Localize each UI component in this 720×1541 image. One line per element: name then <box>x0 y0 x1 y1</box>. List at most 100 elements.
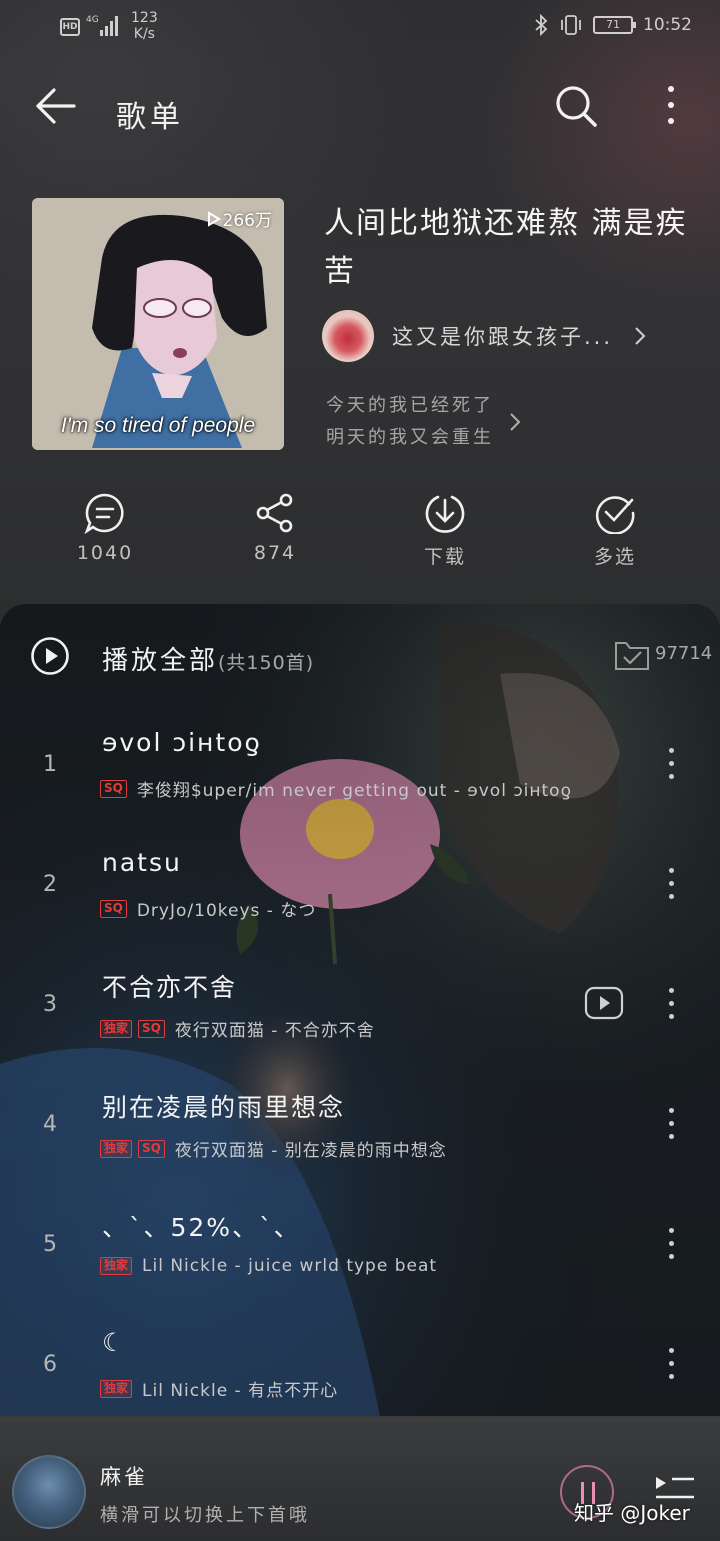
song-subtitle: SQ 李俊翔$uper/im never getting out - ɘvol … <box>100 776 572 801</box>
song-artist-album: DryJo/10keys - なつ <box>136 901 317 921</box>
bluetooth-icon <box>535 14 548 36</box>
multi-select-label: 多选 <box>593 546 636 568</box>
song-subtitle: 独家 SQ 夜行双面猫 - 别在凌晨的雨中想念 <box>100 1136 447 1161</box>
exclusive-tag: 独家 <box>100 1139 133 1158</box>
song-index: 6 <box>43 1352 57 1377</box>
song-row[interactable]: 3 不合亦不舍 独家 SQ 夜行双面猫 - 不合亦不舍 <box>0 944 720 1064</box>
status-bar: HD 4G 123 K/s 71 10:52 <box>0 0 720 56</box>
music-video-icon[interactable] <box>584 986 624 1020</box>
song-more-icon[interactable] <box>660 864 684 904</box>
clock: 10:52 <box>643 15 692 35</box>
play-triangle-icon <box>207 210 221 227</box>
network-type: 4G <box>86 15 99 25</box>
comment-button[interactable]: 1040 <box>45 492 165 564</box>
signal-icon: 4G <box>86 15 118 36</box>
song-artist-album: 李俊翔$uper/im never getting out - ɘvol ɔiʜ… <box>136 781 572 801</box>
now-playing-title: 麻雀 <box>100 1465 148 1489</box>
song-subtitle: 独家 Lil Nickle - 有点不开心 <box>100 1376 338 1401</box>
song-row[interactable]: 2 natsu SQ DryJo/10keys - なつ <box>0 824 720 944</box>
playlist-description[interactable]: 今天的我已经死了 明天的我又会重生 <box>326 390 626 454</box>
song-more-icon[interactable] <box>660 984 684 1024</box>
speed-unit: K/s <box>133 26 155 42</box>
cover-caption: I'm so tired of people <box>60 414 256 437</box>
song-title: 、`、52%、`、 <box>102 1213 301 1242</box>
song-title: 别在凌晨的雨里想念 <box>102 1093 346 1122</box>
song-artist-album: Lil Nickle - juice wrld type beat <box>142 1256 438 1276</box>
action-bar: 1040 874 下载 多选 <box>0 492 720 582</box>
battery-indicator: 71 <box>593 16 636 34</box>
song-title: ɘvol ɔiʜtoƍ <box>102 728 262 757</box>
download-icon <box>425 495 465 533</box>
play-count-value: 266万 <box>222 211 272 231</box>
song-index: 1 <box>43 752 57 777</box>
chevron-right-icon <box>510 413 521 431</box>
now-playing-hint: 横滑可以切换上下首哦 <box>100 1505 310 1526</box>
description-line-2: 明天的我又会重生 <box>326 427 494 448</box>
song-index: 5 <box>43 1232 57 1257</box>
song-title: 不合亦不舍 <box>102 973 238 1002</box>
song-list-panel: 播放全部(共150首) 97714 1 ɘvol ɔiʜtoƍ SQ 李俊翔$u… <box>0 604 720 1416</box>
vibrate-icon <box>561 15 581 35</box>
song-artist-album: 夜行双面猫 - 别在凌晨的雨中想念 <box>174 1141 447 1161</box>
creator-name[interactable]: 这又是你跟女孩子... <box>392 321 613 351</box>
quality-tag: SQ <box>138 1139 165 1158</box>
song-row[interactable]: 1 ɘvol ɔiʜtoƍ SQ 李俊翔$uper/im never getti… <box>0 704 720 824</box>
multi-select-button[interactable]: 多选 <box>555 492 675 569</box>
song-artist-album: 夜行双面猫 - 不合亦不舍 <box>174 1021 375 1041</box>
play-all-text: 播放全部 <box>102 646 219 676</box>
chevron-right-icon <box>635 327 646 345</box>
song-row[interactable]: 4 别在凌晨的雨里想念 独家 SQ 夜行双面猫 - 别在凌晨的雨中想念 <box>0 1064 720 1184</box>
song-artist-album: Lil Nickle - 有点不开心 <box>142 1381 339 1401</box>
share-button[interactable]: 874 <box>215 492 335 564</box>
song-row[interactable]: 5 、`、52%、`、 独家 Lil Nickle - juice wrld t… <box>0 1184 720 1304</box>
more-vertical-icon[interactable] <box>656 84 686 128</box>
watermark: 知乎 @Joker <box>574 1501 690 1525</box>
comment-icon <box>84 493 124 534</box>
play-all-count: (共150首) <box>218 652 315 674</box>
quality-tag: SQ <box>100 899 127 918</box>
network-speed: 123 K/s <box>131 10 158 42</box>
description-line-1: 今天的我已经死了 <box>326 395 494 416</box>
song-more-icon[interactable] <box>660 744 684 784</box>
playlist-cover[interactable]: 266万 I'm so tired of people <box>32 198 284 450</box>
cover-illustration <box>32 198 284 450</box>
song-index: 4 <box>43 1112 57 1137</box>
song-subtitle: 独家 Lil Nickle - juice wrld type beat <box>100 1256 437 1276</box>
hd-indicator: HD <box>60 18 80 36</box>
song-subtitle: SQ DryJo/10keys - なつ <box>100 896 316 921</box>
creator-row[interactable]: 这又是你跟女孩子... <box>322 310 692 362</box>
song-row[interactable]: 6 ☾ 独家 Lil Nickle - 有点不开心 <box>0 1304 720 1416</box>
download-label: 下载 <box>423 546 466 568</box>
song-index: 2 <box>43 872 57 897</box>
exclusive-tag: 独家 <box>100 1379 133 1398</box>
song-index: 3 <box>43 992 57 1017</box>
quality-tag: SQ <box>100 779 127 798</box>
exclusive-tag: 独家 <box>100 1019 133 1038</box>
song-more-icon[interactable] <box>660 1344 684 1384</box>
app-header: 歌单 <box>0 70 720 146</box>
playlist-title: 人间比地狱还难熬 满是疾苦 <box>324 206 688 289</box>
now-playing-cover[interactable] <box>12 1455 86 1529</box>
share-count: 874 <box>253 542 297 564</box>
song-more-icon[interactable] <box>660 1104 684 1144</box>
collect-count: 97714 <box>655 643 713 664</box>
play-circle-icon[interactable] <box>30 636 70 676</box>
download-button[interactable]: 下载 <box>385 492 505 569</box>
song-subtitle: 独家 SQ 夜行双面猫 - 不合亦不舍 <box>100 1016 375 1041</box>
play-all-row[interactable]: 播放全部(共150首) 97714 <box>0 626 720 686</box>
quality-tag: SQ <box>138 1019 165 1038</box>
search-icon[interactable] <box>552 82 600 130</box>
play-count: 266万 <box>207 206 272 231</box>
creator-avatar[interactable] <box>322 310 374 362</box>
comment-count: 1040 <box>76 542 134 564</box>
mini-player[interactable]: 麻雀 横滑可以切换上下首哦 知乎 @Joker <box>0 1416 720 1541</box>
back-arrow-icon[interactable] <box>30 84 80 128</box>
play-all-label[interactable]: 播放全部(共150首) <box>102 640 314 677</box>
page-title: 歌单 <box>116 100 184 135</box>
song-more-icon[interactable] <box>660 1224 684 1264</box>
exclusive-tag: 独家 <box>100 1257 133 1275</box>
collect-folder-icon[interactable] <box>614 640 650 672</box>
speed-value: 123 <box>131 10 158 26</box>
song-title: natsu <box>102 848 182 877</box>
multi-select-icon <box>595 496 635 534</box>
